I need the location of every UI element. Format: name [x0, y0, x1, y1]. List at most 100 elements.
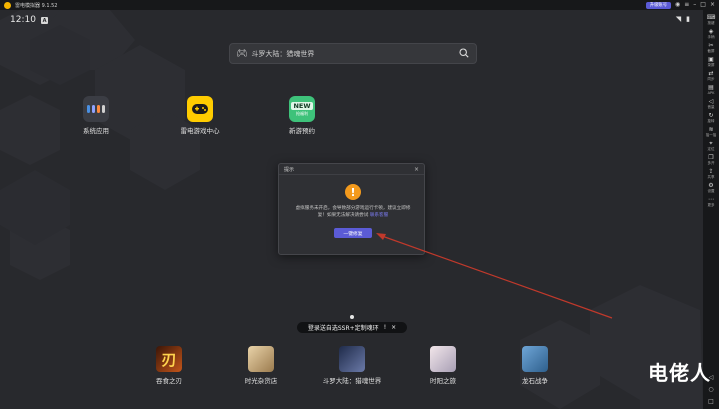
game-label: 龙石战争	[522, 377, 548, 385]
sidebar-item-more[interactable]: ⋯ 更多	[703, 196, 719, 207]
gamepad-icon: ◈	[708, 28, 714, 35]
emulator-sidebar: ⌨ 按键 ◈ 手柄 ✂ 截屏 ▣ 录屏 ⇄ 同步 ▤ APK ◁ 音量 ↻ 旋转 ≋ 摇一摇 ⌖ 定…	[703, 10, 719, 409]
minimize-icon[interactable]: –	[693, 0, 696, 10]
system-indicators: ◥ ▮	[676, 15, 690, 23]
sidebar-label: 摇一摇	[705, 133, 717, 137]
sidebar-item-settings[interactable]: ⚙ 设置	[703, 182, 719, 193]
folder-icon	[83, 96, 109, 122]
menu-icon[interactable]: ≡	[684, 0, 689, 10]
promo-close-icon[interactable]: ×	[391, 324, 396, 331]
search-text: 斗罗大陆：猎魂世界	[251, 49, 315, 58]
sidebar-item-volume[interactable]: ◁ 音量	[703, 98, 719, 109]
gamepad-icon	[187, 96, 213, 122]
app-game-center[interactable]: 雷电游戏中心	[170, 96, 230, 135]
page-indicator	[350, 315, 354, 319]
upgrade-badge[interactable]: 升级账号	[645, 1, 672, 9]
recent-icon[interactable]: □	[708, 398, 714, 405]
emulator-screen: 12:10 A ◥ ▮ 🎮︎ 斗罗大陆：猎魂世界 系统应用 雷电游戏中心 NEW…	[0, 10, 703, 409]
sidebar-item-keyboard[interactable]: ⌨ 按键	[703, 14, 719, 25]
close-icon[interactable]: ×	[414, 166, 419, 173]
gamepad-icon: 🎮︎	[236, 48, 248, 59]
contact-support-link[interactable]: 联系客服	[370, 213, 388, 218]
sidebar-label: 定位	[707, 147, 715, 151]
notification-icon: A	[41, 17, 48, 24]
search-bar[interactable]: 🎮︎ 斗罗大陆：猎魂世界	[229, 43, 477, 64]
promo-banner[interactable]: 登录送自选SSR+定制魂环 ! ×	[297, 322, 407, 333]
new-badge-icon: NEW 抢福利	[289, 96, 315, 122]
sidebar-label: 设置	[707, 189, 715, 193]
dialog-header: 提示 ×	[279, 164, 424, 175]
game-label: 时阳之旅	[430, 377, 456, 385]
sidebar-label: 截屏	[707, 49, 715, 53]
fix-button[interactable]: 一键修复	[334, 228, 372, 238]
window-controls: 升级账号 ◉ ≡ – □ ×	[645, 0, 715, 10]
app-system-apps[interactable]: 系统应用	[66, 96, 126, 135]
battery-icon: ▮	[686, 15, 690, 23]
new-badge-subtext: 抢福利	[296, 110, 308, 116]
game-icon	[339, 346, 365, 372]
search-icon[interactable]	[459, 48, 469, 58]
dialog-message-text: 虚拟服务未开启，会导致部分游戏运行卡顿，建议立即修复！如果无法解决请尝试	[295, 206, 411, 218]
sidebar-item-screenshot[interactable]: ✂ 截屏	[703, 42, 719, 53]
home-icon[interactable]: ○	[708, 386, 713, 393]
dock-game-1[interactable]: 刃 吞食之刃	[139, 346, 199, 385]
sidebar-label: APK	[707, 91, 715, 95]
sidebar-label: 更多	[707, 203, 715, 207]
avatar-icon[interactable]: ◉	[675, 0, 680, 10]
sidebar-label: 共享	[707, 175, 715, 179]
sidebar-label: 同步	[707, 77, 715, 81]
sidebar-item-rotate[interactable]: ↻ 旋转	[703, 112, 719, 123]
app-logo-icon	[4, 1, 11, 9]
record-icon: ▣	[708, 56, 714, 63]
dock-game-3[interactable]: 斗罗大陆：猎魂世界	[322, 346, 382, 385]
promo-exclaim: !	[383, 324, 387, 331]
sidebar-label: 音量	[707, 105, 715, 109]
sidebar-item-shake[interactable]: ≋ 摇一摇	[703, 126, 719, 137]
app-label: 系统应用	[83, 127, 109, 135]
sidebar-item-gamepad[interactable]: ◈ 手柄	[703, 28, 719, 39]
app-label: 雷电游戏中心	[180, 127, 220, 135]
sidebar-item-location[interactable]: ⌖ 定位	[703, 140, 719, 151]
app-new-games[interactable]: NEW 抢福利 新游预约	[272, 96, 332, 135]
sidebar-item-multi[interactable]: ❐ 多开	[703, 154, 719, 165]
multi-icon: ❐	[708, 154, 714, 161]
shake-icon: ≋	[708, 126, 714, 133]
window-title: 雷电模拟器 9.1.52	[15, 2, 58, 9]
new-badge-text: NEW	[291, 101, 313, 110]
more-icon: ⋯	[708, 196, 714, 203]
sidebar-item-record[interactable]: ▣ 录屏	[703, 56, 719, 67]
promo-text: 登录送自选SSR+定制魂环	[307, 325, 379, 332]
sync-icon: ⇄	[708, 70, 714, 77]
game-icon	[522, 346, 548, 372]
sidebar-label: 按键	[707, 21, 715, 25]
game-icon-glyph: 刃	[161, 350, 177, 369]
watermark: 电佬人	[648, 361, 711, 385]
dialog-title: 提示	[284, 166, 295, 173]
sidebar-label: 多开	[707, 161, 715, 165]
share-icon: ⇪	[708, 168, 714, 175]
dock-game-4[interactable]: 时阳之旅	[413, 346, 473, 385]
sidebar-item-share[interactable]: ⇪ 共享	[703, 168, 719, 179]
game-label: 时光杂货店	[244, 377, 278, 385]
sidebar-item-sync[interactable]: ⇄ 同步	[703, 70, 719, 81]
dock-game-2[interactable]: 时光杂货店	[231, 346, 291, 385]
sidebar-label: 旋转	[707, 119, 715, 123]
warning-dialog: 提示 × ! 虚拟服务未开启，会导致部分游戏运行卡顿，建议立即修复！如果无法解决…	[278, 163, 425, 255]
game-label: 吞食之刃	[156, 377, 182, 385]
sidebar-item-apk[interactable]: ▤ APK	[703, 84, 719, 95]
game-label: 斗罗大陆：猎魂世界	[322, 377, 382, 385]
keyboard-icon: ⌨	[706, 14, 716, 21]
sidebar-label: 录屏	[707, 63, 715, 67]
wifi-icon: ◥	[675, 15, 682, 23]
android-status-bar: 12:10 A ◥ ▮	[10, 15, 700, 25]
location-icon: ⌖	[709, 140, 713, 147]
game-icon	[248, 346, 274, 372]
rotate-icon: ↻	[708, 112, 714, 119]
dialog-message: 虚拟服务未开启，会导致部分游戏运行卡顿，建议立即修复！如果无法解决请尝试 联系客…	[295, 205, 411, 219]
scissors-icon: ✂	[708, 42, 714, 49]
sidebar-label: 手柄	[707, 35, 715, 39]
dock-game-5[interactable]: 龙石战争	[505, 346, 565, 385]
close-icon[interactable]: ×	[710, 0, 715, 10]
maximize-icon[interactable]: □	[700, 0, 706, 10]
warning-icon: !	[345, 184, 361, 200]
